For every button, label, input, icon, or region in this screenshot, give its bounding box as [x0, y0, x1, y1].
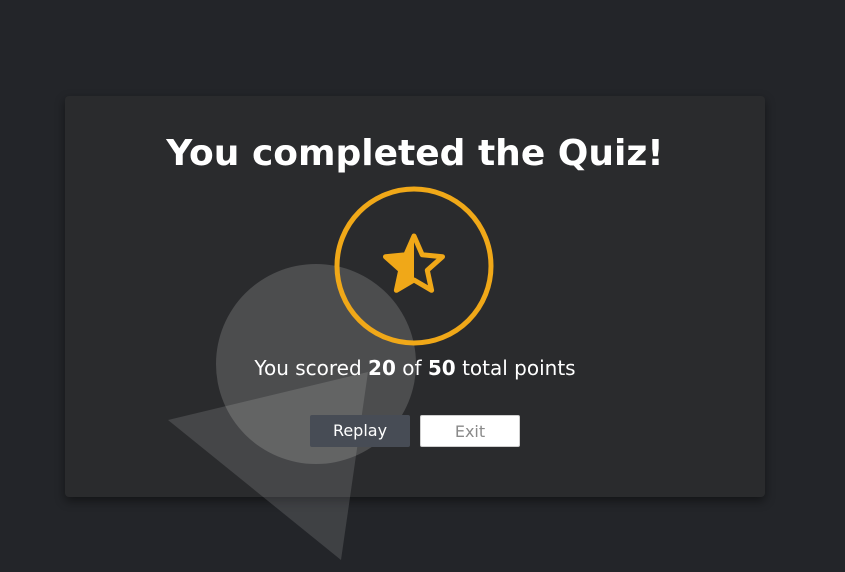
exit-button[interactable]: Exit [420, 415, 520, 447]
score-total: 50 [427, 356, 456, 380]
results-screen: You completed the Quiz! You scored 20 of… [0, 0, 845, 572]
score-suffix: total points [462, 356, 576, 380]
score-value: 20 [368, 356, 396, 380]
score-text: You scored 20 of 50 total points [65, 354, 765, 382]
star-half-icon [334, 186, 494, 346]
score-of: of [402, 356, 422, 380]
score-prefix: You scored [254, 356, 362, 380]
replay-button[interactable]: Replay [310, 415, 410, 447]
page-title: You completed the Quiz! [166, 133, 664, 174]
